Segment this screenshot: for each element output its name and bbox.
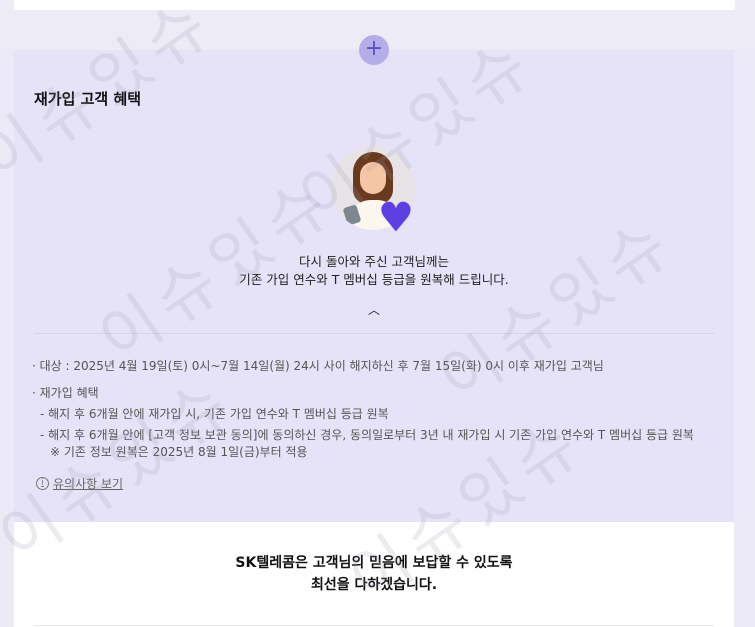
benefit-item-1: - 해지 후 6개월 안에 재가입 시, 기존 가입 연수와 T 멤버십 등급 … [40,407,389,421]
benefit-heading: · 재가입 혜택 [32,386,99,400]
info-icon: i [36,477,49,490]
plus-icon[interactable]: + [359,35,389,65]
intro-line-2: 기존 가입 연수와 T 멤버십 등급을 원복해 드립니다. [239,272,509,287]
closing-line-1: SK텔레콤은 고객님의 믿음에 보답할 수 있도록 [235,555,513,571]
benefit-details: · 대상 : 2025년 4월 19일(토) 0시~7월 14일(월) 24시 … [32,356,694,463]
closing-line-2: 최선을 다하겠습니다. [310,577,438,593]
panel-title: 재가입 고객 혜택 [34,90,142,108]
rejoin-benefit-panel: 재가입 고객 혜택 ♥ 다시 돌아와 주신 고객님께는 기존 가입 연수와 T … [14,50,734,522]
chevron-up-icon[interactable]: ︿ [366,301,382,317]
heart-icon: ♥ [378,195,414,241]
intro-text: 다시 돌아와 주신 고객님께는 기존 가입 연수와 T 멤버십 등급을 원복해 … [14,253,734,289]
intro-line-1: 다시 돌아와 주신 고객님께는 [299,254,449,269]
notice-link[interactable]: i 유의사항 보기 [36,475,123,492]
closing-card: SK텔레콤은 고객님의 믿음에 보답할 수 있도록 최선을 다하겠습니다. [14,522,734,627]
bottom-divider [34,625,714,626]
previous-card-bottom [14,0,735,10]
target-row: · 대상 : 2025년 4월 19일(토) 0시~7월 14일(월) 24시 … [32,359,604,373]
divider [34,333,714,334]
closing-message: SK텔레콤은 고객님의 믿음에 보답할 수 있도록 최선을 다하겠습니다. [14,552,734,596]
notice-link-label: 유의사항 보기 [53,477,124,491]
